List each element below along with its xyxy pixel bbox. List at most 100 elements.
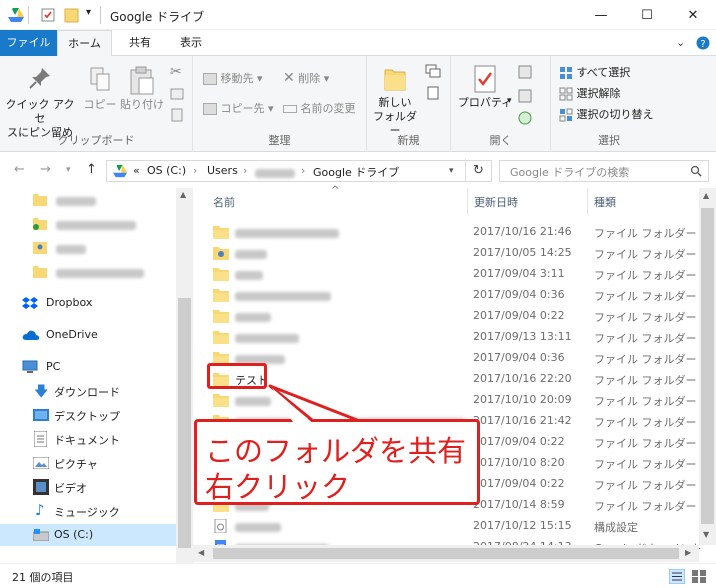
customize-quick-access-icon[interactable]: ▾ xyxy=(86,7,91,18)
nav-onedrive[interactable]: OneDrive xyxy=(0,324,176,346)
tab-view[interactable]: 表示 xyxy=(166,30,216,56)
file-name xyxy=(235,249,267,262)
column-modified[interactable]: 更新日時 xyxy=(474,194,518,210)
table-row[interactable]: 2017/10/12 15:15 構成設定 xyxy=(207,516,687,537)
select-none-button[interactable]: 選択解除 xyxy=(559,85,621,101)
address-drive[interactable]: OS (C:) xyxy=(147,164,186,177)
nav-downloads[interactable]: 🡇 ダウンロード xyxy=(0,380,176,402)
scroll-up-icon[interactable]: ▲ xyxy=(703,191,709,200)
copy-path-icon[interactable] xyxy=(170,88,184,100)
copy-to-icon xyxy=(203,103,217,115)
nav-quick-item[interactable] xyxy=(0,237,176,259)
copy-to-button[interactable]: コピー先 ▾ xyxy=(203,100,274,116)
maximize-button[interactable]: ☐ xyxy=(624,0,670,30)
nav-scrollbar[interactable]: ▲ xyxy=(176,188,193,563)
nav-desktop[interactable]: デスクトップ xyxy=(0,404,176,426)
file-modified: 2017/09/04 0:22 xyxy=(473,477,565,490)
new-item-icon[interactable] xyxy=(425,64,441,78)
rename-button[interactable]: 名前の変更 xyxy=(283,100,356,116)
nav-pc[interactable]: PC xyxy=(0,356,176,378)
scroll-down-icon[interactable]: ▼ xyxy=(703,530,709,539)
paste-shortcut-icon[interactable] xyxy=(170,108,184,122)
refresh-icon[interactable]: ↻ xyxy=(473,163,484,178)
file-type: ファイル フォルダー xyxy=(594,269,697,282)
copy-label: コピー xyxy=(83,98,117,111)
list-horizontal-scrollbar[interactable]: ◀ ▶ xyxy=(193,545,699,562)
select-all-button[interactable]: すべて選択 xyxy=(559,64,630,80)
tab-share[interactable]: 共有 xyxy=(118,30,162,56)
open-icon[interactable] xyxy=(517,64,533,80)
nav-music[interactable]: ♪ ミュージック xyxy=(0,500,176,522)
list-vertical-scrollbar[interactable]: ▲ ▼ xyxy=(699,188,716,545)
nav-scroll-thumb[interactable] xyxy=(178,298,191,548)
nav-pictures[interactable]: ピクチャ xyxy=(0,452,176,474)
list-hscroll-thumb[interactable] xyxy=(213,548,679,559)
scroll-right-icon[interactable]: ▶ xyxy=(685,548,691,557)
maximize-icon: ☐ xyxy=(641,7,653,23)
tab-file[interactable]: ファイル xyxy=(0,30,57,56)
cut-icon[interactable]: ✂ xyxy=(170,64,182,80)
nav-os-drive[interactable]: OS (C:) xyxy=(0,524,176,546)
address-prefix[interactable]: « xyxy=(133,164,140,177)
item-count: 21 個の項目 xyxy=(12,571,74,584)
column-name[interactable]: 名前 xyxy=(213,194,235,210)
table-row[interactable]: 2017/09/04 0:36 ファイル フォルダー xyxy=(207,285,697,306)
address-dropdown-icon[interactable]: ▾ xyxy=(449,166,454,176)
help-icon[interactable]: ? xyxy=(696,36,710,50)
table-row[interactable]: 2017/10/16 21:46 ファイル フォルダー xyxy=(207,222,697,243)
forward-arrow-icon[interactable]: → xyxy=(40,162,51,177)
new-folder-button[interactable]: 新しい フォルダー xyxy=(371,64,419,138)
column-type[interactable]: 種類 xyxy=(594,194,616,210)
nav-quick-item[interactable] xyxy=(0,261,176,283)
history-icon[interactable] xyxy=(517,110,533,126)
file-modified: 2017/09/04 0:22 xyxy=(473,309,565,322)
file-name xyxy=(235,312,271,325)
copy-button[interactable]: コピー xyxy=(82,66,118,112)
nav-documents[interactable]: ドキュメント xyxy=(0,428,176,450)
easy-access-icon[interactable] xyxy=(425,86,441,100)
nav-quick-item[interactable] xyxy=(0,213,176,235)
address-user-folder[interactable] xyxy=(255,168,295,181)
nav-pictures-label: ピクチャ xyxy=(54,458,98,471)
details-view-icon[interactable] xyxy=(669,569,685,584)
back-arrow-icon[interactable]: ← xyxy=(14,162,25,177)
address-users[interactable]: Users xyxy=(207,164,238,177)
invert-selection-button[interactable]: 選択の切り替え xyxy=(559,106,654,122)
address-bar[interactable]: « OS (C:) › Users › › Google ドライブ ▾ ↻ xyxy=(106,159,492,182)
select-all-label: すべて選択 xyxy=(576,66,631,79)
nav-dropbox[interactable]: Dropbox xyxy=(0,292,176,314)
new-folder-quick-icon[interactable] xyxy=(64,7,80,23)
scroll-left-icon[interactable]: ◀ xyxy=(198,548,204,557)
table-row[interactable]: 2017/09/04 3:11 ファイル フォルダー xyxy=(207,264,697,285)
title-bar: ▾ Google ドライブ — ☐ ✕ xyxy=(0,0,716,30)
table-row[interactable]: 2017/09/04 0:36 ファイル フォルダー xyxy=(207,348,697,369)
properties-dropdown-icon[interactable]: ▾ xyxy=(507,96,512,106)
recent-locations-icon[interactable]: ▾ xyxy=(66,165,71,175)
window-title: Google ドライブ xyxy=(110,10,205,24)
table-row[interactable]: 2017/10/05 14:25 ファイル フォルダー xyxy=(207,243,697,264)
paste-button[interactable]: 貼り付け xyxy=(118,66,166,112)
move-to-button[interactable]: 移動先 ▾ xyxy=(203,70,263,86)
nav-videos[interactable]: ビデオ xyxy=(0,476,176,498)
edit-icon[interactable] xyxy=(517,88,533,104)
collapse-ribbon-icon[interactable]: ⌄ xyxy=(676,36,685,49)
address-current[interactable]: Google ドライブ xyxy=(313,164,399,180)
list-scroll-thumb[interactable] xyxy=(701,208,714,524)
select-all-icon xyxy=(560,67,572,79)
pin-quick-access-button[interactable]: クイック アクセ スにピン留め xyxy=(4,66,76,140)
large-icons-view-icon[interactable] xyxy=(691,569,707,584)
scroll-up-icon[interactable]: ▲ xyxy=(180,190,186,199)
properties-quick-icon[interactable] xyxy=(40,7,56,23)
file-name xyxy=(235,333,299,346)
table-row[interactable]: 2017/09/04 0:22 ファイル フォルダー xyxy=(207,306,697,327)
picture-icon xyxy=(33,457,49,469)
search-box[interactable]: Google ドライブの検索 xyxy=(499,160,709,182)
close-button[interactable]: ✕ xyxy=(670,0,716,30)
minimize-button[interactable]: — xyxy=(578,0,624,30)
up-arrow-icon[interactable]: ↑ xyxy=(86,162,97,177)
nav-quick-item[interactable] xyxy=(0,189,176,211)
tab-home[interactable]: ホーム xyxy=(57,30,112,57)
properties-button[interactable]: プロパティ xyxy=(457,64,513,110)
delete-button[interactable]: ✕ 削除 ▾ xyxy=(283,70,329,86)
table-row[interactable]: 2017/09/13 13:11 ファイル フォルダー xyxy=(207,327,697,348)
